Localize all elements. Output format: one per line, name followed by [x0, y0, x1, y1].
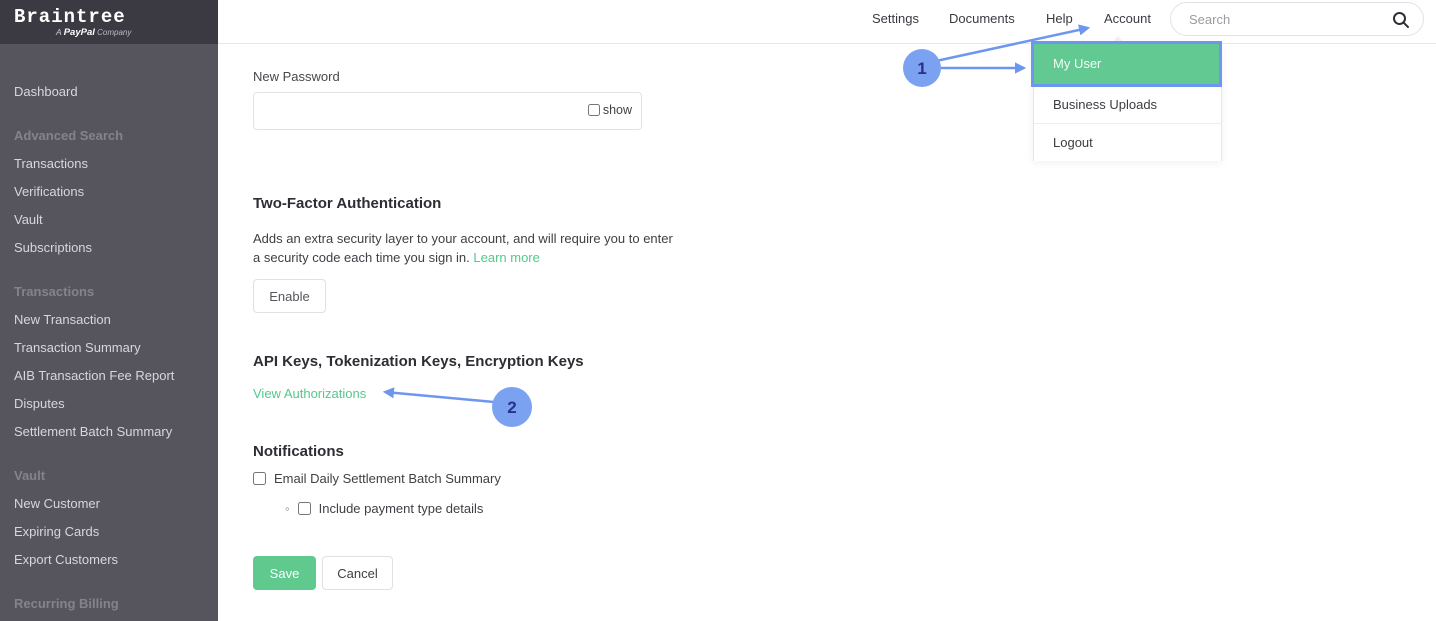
sidebar-item-new-transaction[interactable]: New Transaction: [0, 306, 218, 334]
annotation-badge-1-number: 1: [917, 59, 926, 78]
nav-documents[interactable]: Documents: [949, 11, 1015, 26]
sidebar-item-dashboard[interactable]: Dashboard: [0, 78, 218, 106]
sidebar-item-export-customers[interactable]: Export Customers: [0, 546, 218, 574]
sidebar-nav: Dashboard Advanced Search Transactions V…: [0, 44, 218, 618]
logo-tagline: A PayPal Company: [56, 27, 218, 38]
enable-two-factor-button[interactable]: Enable: [253, 279, 326, 313]
show-password-control: show: [588, 103, 632, 117]
show-password-checkbox[interactable]: [588, 104, 600, 116]
search-box: [1170, 2, 1424, 36]
sidebar-item-vault[interactable]: Vault: [0, 206, 218, 234]
sidebar-item-subscriptions[interactable]: Subscriptions: [0, 234, 218, 262]
logo-brand-text: Braintree: [14, 6, 218, 28]
two-factor-title: Two-Factor Authentication: [253, 195, 441, 212]
sidebar-item-transactions[interactable]: Transactions: [0, 150, 218, 178]
top-header: Settings Documents Help Account: [218, 0, 1436, 44]
learn-more-link[interactable]: Learn more: [473, 250, 539, 265]
two-factor-description-text: Adds an extra security layer to your acc…: [253, 231, 673, 265]
logo-tagline-prefix: A: [56, 27, 64, 37]
payment-type-details-label: Include payment type details: [319, 501, 484, 516]
nav-account[interactable]: Account: [1104, 11, 1151, 26]
sidebar-item-aib-transaction-fee-report[interactable]: AIB Transaction Fee Report: [0, 362, 218, 390]
braintree-logo: Braintree A PayPal Company: [0, 0, 218, 44]
sidebar-section-vault: Vault: [0, 462, 218, 490]
cancel-button[interactable]: Cancel: [322, 556, 393, 590]
annotation-badge-2: [492, 387, 532, 427]
logo-tagline-suffix: Company: [95, 28, 131, 37]
menu-item-my-user-label: My User: [1034, 44, 1219, 84]
sidebar-item-new-customer[interactable]: New Customer: [0, 490, 218, 518]
sidebar-item-disputes[interactable]: Disputes: [0, 390, 218, 418]
sidebar-section-transactions: Transactions: [0, 278, 218, 306]
search-input[interactable]: [1189, 3, 1384, 35]
view-authorizations-link[interactable]: View Authorizations: [253, 386, 366, 401]
notifications-title: Notifications: [253, 443, 344, 460]
email-daily-summary-row: Email Daily Settlement Batch Summary: [253, 471, 501, 486]
email-daily-summary-label: Email Daily Settlement Batch Summary: [274, 471, 501, 486]
two-factor-description: Adds an extra security layer to your acc…: [253, 229, 683, 267]
save-button[interactable]: Save: [253, 556, 316, 590]
sidebar-item-settlement-batch-summary[interactable]: Settlement Batch Summary: [0, 418, 218, 446]
sidebar-item-transaction-summary[interactable]: Transaction Summary: [0, 334, 218, 362]
annotation-badge-2-number: 2: [507, 398, 516, 417]
logo-tagline-paypal: PayPal: [64, 27, 95, 38]
braintree-app: Braintree A PayPal Company Dashboard Adv…: [0, 0, 1436, 621]
sidebar-section-recurring-billing: Recurring Billing: [0, 590, 218, 618]
email-daily-summary-checkbox[interactable]: [253, 472, 266, 485]
sub-item-bullet: ◦: [285, 501, 290, 516]
sidebar-item-expiring-cards[interactable]: Expiring Cards: [0, 518, 218, 546]
api-keys-title: API Keys, Tokenization Keys, Encryption …: [253, 353, 584, 370]
payment-type-details-row: ◦ Include payment type details: [285, 501, 483, 516]
new-password-field: show: [253, 92, 642, 130]
menu-item-my-user[interactable]: My User: [1031, 41, 1222, 87]
new-password-label: New Password: [253, 69, 340, 84]
show-password-label: show: [603, 103, 632, 117]
sidebar-section-advanced-search: Advanced Search: [0, 122, 218, 150]
nav-help[interactable]: Help: [1046, 11, 1073, 26]
new-password-input[interactable]: [253, 92, 642, 130]
annotation-arrow-2: [385, 392, 494, 402]
menu-item-business-uploads[interactable]: Business Uploads: [1034, 85, 1221, 123]
menu-item-logout[interactable]: Logout: [1034, 123, 1221, 161]
payment-type-details-checkbox[interactable]: [298, 502, 311, 515]
nav-settings[interactable]: Settings: [872, 11, 919, 26]
search-icon[interactable]: [1392, 11, 1410, 29]
sidebar: Braintree A PayPal Company Dashboard Adv…: [0, 0, 218, 621]
annotation-badge-1: [903, 49, 941, 87]
sidebar-item-verifications[interactable]: Verifications: [0, 178, 218, 206]
